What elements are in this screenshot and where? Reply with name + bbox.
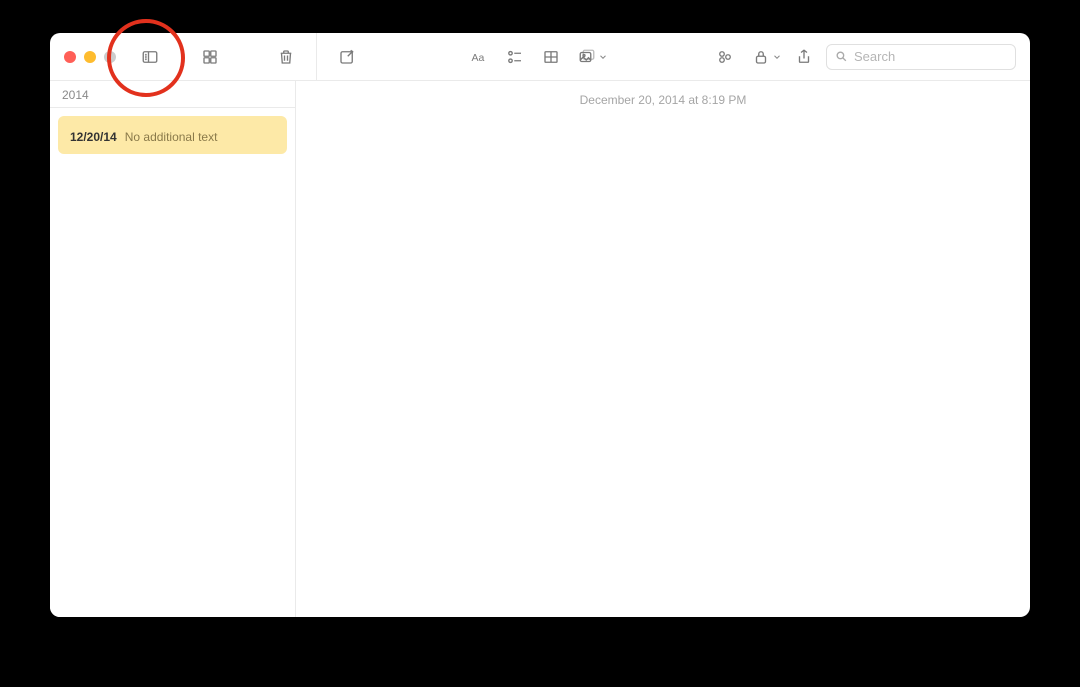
view-toggle-button[interactable] [136, 43, 164, 71]
close-window-button[interactable] [64, 51, 76, 63]
note-item[interactable]: 12/20/14 No additional text [58, 116, 287, 154]
lock-note-button[interactable] [747, 43, 775, 71]
note-editor[interactable]: December 20, 2014 at 8:19 PM [296, 81, 1030, 617]
media-button[interactable] [573, 43, 601, 71]
text-format-icon: Aa [470, 48, 488, 66]
notes-list: 12/20/14 No additional text [50, 108, 295, 162]
content-area: 2014 12/20/14 No additional text Decembe… [50, 81, 1030, 617]
trash-icon [277, 48, 295, 66]
chevron-down-icon [598, 52, 608, 62]
note-date: 12/20/14 [70, 130, 117, 144]
search-input[interactable] [854, 49, 1007, 64]
zoom-window-button[interactable] [104, 51, 116, 63]
minimize-window-button[interactable] [84, 51, 96, 63]
compose-icon [338, 48, 356, 66]
svg-text:Aa: Aa [471, 51, 484, 63]
lock-icon [752, 48, 770, 66]
link-note-button[interactable] [711, 43, 739, 71]
new-note-button[interactable] [333, 43, 361, 71]
checklist-button[interactable] [501, 43, 529, 71]
note-body[interactable] [314, 113, 1012, 117]
search-icon [835, 50, 848, 63]
table-button[interactable] [537, 43, 565, 71]
search-field[interactable] [826, 44, 1016, 70]
notes-window: Aa [50, 33, 1030, 617]
checklist-icon [506, 48, 524, 66]
grid-icon [201, 48, 219, 66]
link-icon [716, 48, 734, 66]
chevron-down-icon [772, 52, 782, 62]
note-preview: No additional text [125, 130, 218, 144]
share-button[interactable] [790, 43, 818, 71]
notes-list-sidebar: 2014 12/20/14 No additional text [50, 81, 296, 617]
toolbar: Aa [50, 33, 1030, 81]
gallery-view-button[interactable] [196, 43, 224, 71]
note-meta: 12/20/14 No additional text [70, 130, 275, 144]
format-button[interactable]: Aa [465, 43, 493, 71]
sidebar-icon [141, 48, 159, 66]
window-controls [64, 51, 116, 63]
note-timestamp: December 20, 2014 at 8:19 PM [314, 91, 1012, 113]
delete-note-button[interactable] [272, 43, 300, 71]
table-icon [542, 48, 560, 66]
photo-icon [578, 48, 596, 66]
share-icon [795, 48, 813, 66]
notes-group-header: 2014 [50, 81, 295, 108]
